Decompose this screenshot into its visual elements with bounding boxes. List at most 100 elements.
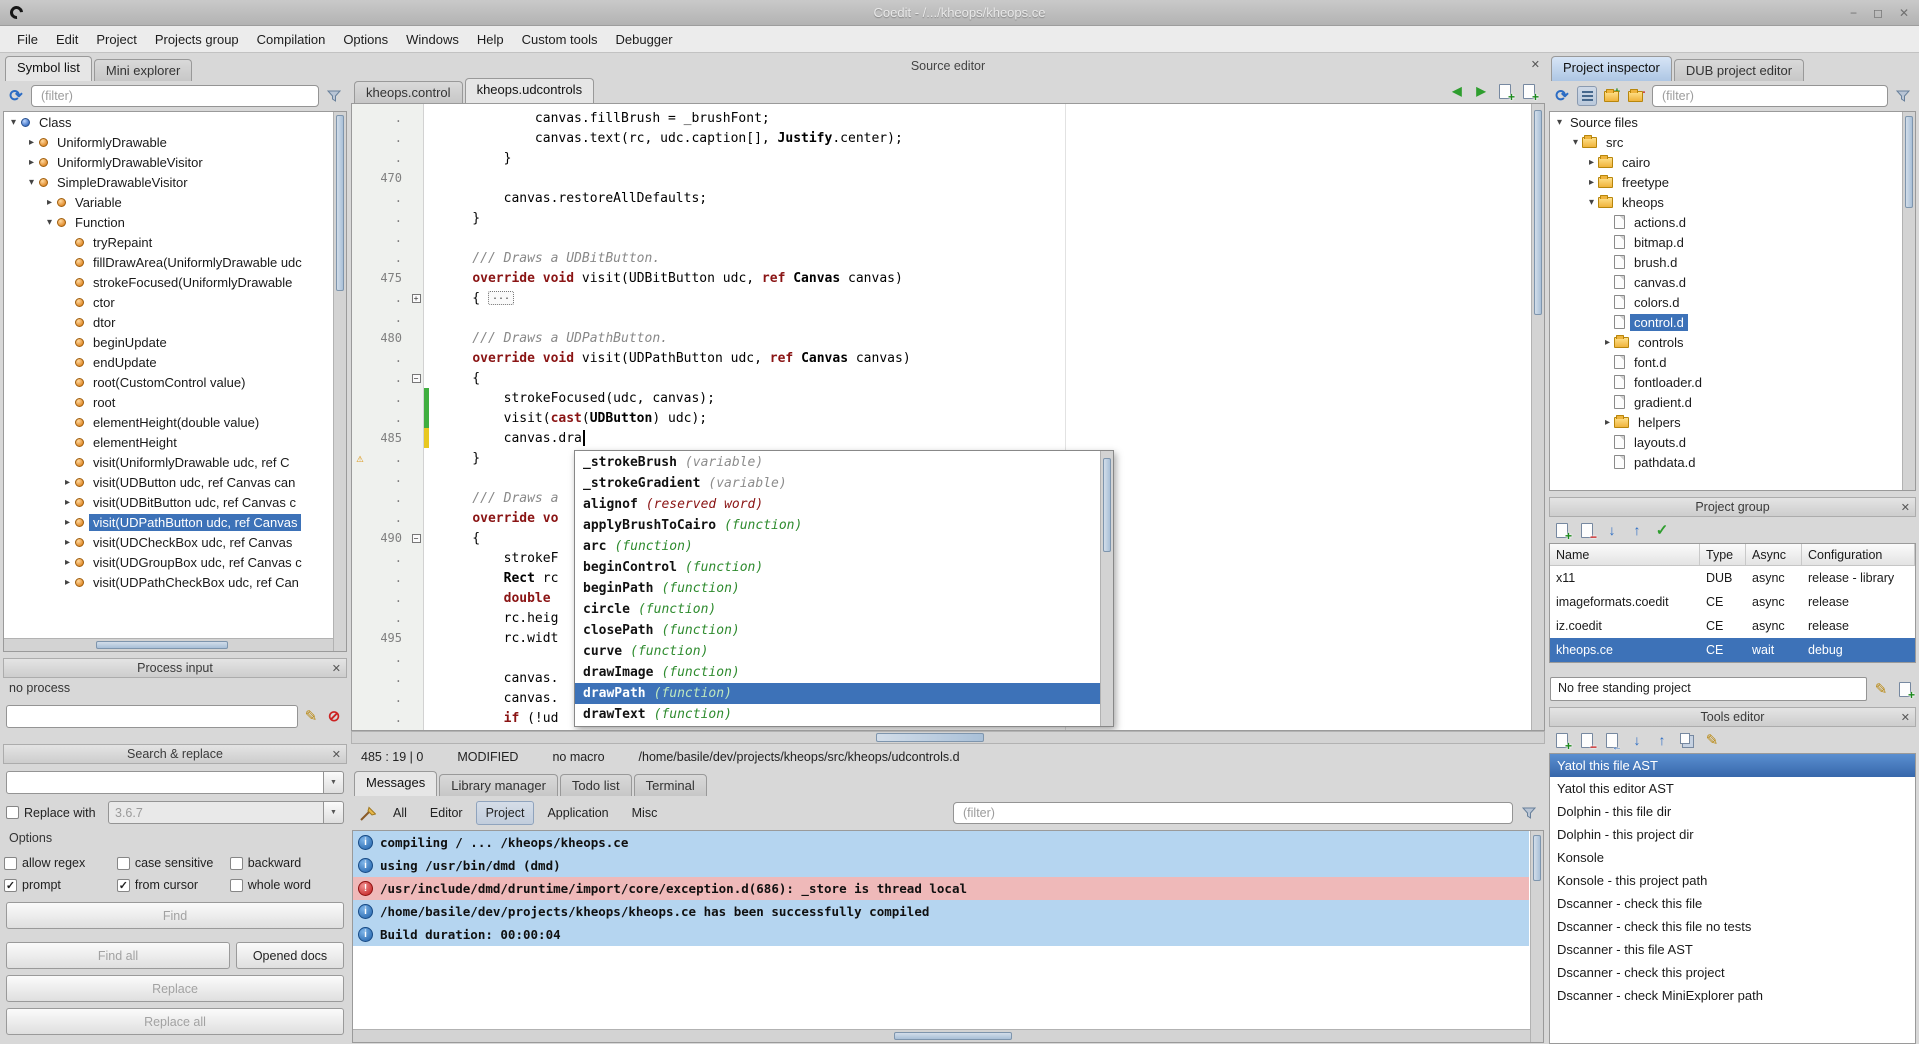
file-tree-item[interactable]: bitmap.d (1550, 232, 1915, 252)
move-project-up-icon[interactable]: ↑ (1627, 520, 1647, 540)
tool-item[interactable]: Dscanner - this file AST (1550, 938, 1915, 961)
expand-icon[interactable]: ▸ (61, 517, 74, 528)
completion-item[interactable]: drawImage(function) (575, 662, 1100, 683)
symbol-tree-item[interactable]: ctor (4, 292, 346, 312)
column-header-configuration[interactable]: Configuration (1802, 544, 1915, 565)
symbol-tree-item[interactable]: ▸visit(UDPathCheckBox udc, ref Can (4, 572, 346, 592)
symbol-tree-item[interactable]: beginUpdate (4, 332, 346, 352)
checkbox-prompt[interactable]: ✓prompt (4, 874, 117, 896)
add-project-icon[interactable] (1552, 520, 1572, 540)
symbol-tree-item[interactable]: ▸UniformlyDrawable (4, 132, 346, 152)
expand-icon[interactable]: ▸ (25, 157, 38, 168)
tab-symbol-list[interactable]: Symbol list (5, 56, 92, 81)
symbol-filter-input[interactable] (31, 85, 319, 107)
symbol-tree-item[interactable]: ▸visit(UDGroupBox udc, ref Canvas c (4, 552, 346, 572)
menu-debugger[interactable]: Debugger (607, 28, 682, 51)
expand-icon[interactable]: ▸ (61, 577, 74, 588)
remove-project-icon[interactable] (1577, 520, 1597, 540)
completion-item[interactable]: beginPath(function) (575, 578, 1100, 599)
file-tree-item[interactable]: fontloader.d (1550, 372, 1915, 392)
symbol-tree-item[interactable]: ▸Variable (4, 192, 346, 212)
checkbox-backward[interactable]: backward (230, 852, 343, 874)
file-tree-item[interactable]: actions.d (1550, 212, 1915, 232)
refresh-project-icon[interactable]: ⟳ (1552, 86, 1572, 106)
symbol-tree-item[interactable]: strokeFocused(UniformlyDrawable (4, 272, 346, 292)
tool-item[interactable]: Dolphin - this project dir (1550, 823, 1915, 846)
symbol-tree-item[interactable]: visit(UniformlyDrawable udc, ref C (4, 452, 346, 472)
column-header-type[interactable]: Type (1700, 544, 1746, 565)
expand-icon[interactable]: ▸ (61, 557, 74, 568)
symbol-tree-item[interactable]: ▾Class (4, 112, 346, 132)
completion-item[interactable]: alignof(reserved word) (575, 494, 1100, 515)
symbol-tree-item[interactable]: root (4, 392, 346, 412)
tool-item[interactable]: Dscanner - check this file no tests (1550, 915, 1915, 938)
file-tree-item[interactable]: gradient.d (1550, 392, 1915, 412)
completion-item[interactable]: _strokeBrush(variable) (575, 452, 1100, 473)
file-tree-item[interactable]: ▾kheops (1550, 192, 1915, 212)
close-source-editor-icon[interactable]: ✕ (1531, 58, 1540, 71)
expand-icon[interactable]: ▾ (7, 117, 20, 128)
search-dropdown-icon[interactable]: ▼ (324, 771, 344, 794)
project-filter-input[interactable] (1652, 85, 1888, 107)
column-header-name[interactable]: Name (1550, 544, 1700, 565)
close-tools-editor-icon[interactable]: ✕ (1901, 711, 1910, 724)
completion-item[interactable]: _strokeGradient(variable) (575, 473, 1100, 494)
file-tree-item[interactable]: ▾src (1550, 132, 1915, 152)
column-header-async[interactable]: Async (1746, 544, 1802, 565)
edit-tool-icon[interactable]: ✎ (1702, 730, 1722, 750)
symbol-tree-item[interactable]: endUpdate (4, 352, 346, 372)
symbol-tree-item[interactable]: ▸visit(UDPathButton udc, ref Canvas (4, 512, 346, 532)
completion-item[interactable]: arc(function) (575, 536, 1100, 557)
close-search-icon[interactable]: ✕ (332, 748, 341, 761)
completion-vscrollbar[interactable] (1100, 451, 1113, 726)
pencil-icon[interactable]: ✎ (301, 706, 321, 726)
close-process-input-icon[interactable]: ✕ (332, 662, 341, 675)
filter-category-application[interactable]: Application (537, 801, 618, 825)
messages-filter-input[interactable] (953, 802, 1513, 824)
replace-with-checkbox[interactable]: Replace with (6, 802, 102, 824)
symbol-tree-hscrollbar[interactable] (4, 638, 333, 651)
menu-windows[interactable]: Windows (397, 28, 468, 51)
clone-tool-icon[interactable] (1677, 730, 1697, 750)
symbol-tree-item[interactable]: fillDrawArea(UniformlyDrawable udc (4, 252, 346, 272)
editor-vscrollbar[interactable] (1531, 104, 1544, 730)
completion-item[interactable]: circle(function) (575, 599, 1100, 620)
clear-messages-icon[interactable] (357, 803, 377, 823)
tab-dub-project-editor[interactable]: DUB project editor (1674, 59, 1804, 81)
expand-icon[interactable]: ▸ (61, 497, 74, 508)
expand-icon[interactable]: ▸ (61, 537, 74, 548)
tool-item[interactable]: Dscanner - check this file (1550, 892, 1915, 915)
menu-file[interactable]: File (8, 28, 47, 51)
move-tool-down-icon[interactable]: ↓ (1627, 730, 1647, 750)
close-button[interactable]: ✕ (1899, 6, 1909, 20)
symbol-tree-item[interactable]: ▸visit(UDCheckBox udc, ref Canvas (4, 532, 346, 552)
tab-terminal[interactable]: Terminal (634, 774, 707, 796)
project-row[interactable]: kheops.ceCEwaitdebug (1550, 638, 1915, 662)
filter-funnel-icon[interactable] (324, 86, 344, 106)
move-project-down-icon[interactable]: ↓ (1602, 520, 1622, 540)
completion-item[interactable]: drawPath(function) (575, 683, 1100, 704)
expand-icon[interactable]: ▾ (1569, 137, 1582, 148)
previous-source-icon[interactable]: ◀ (1447, 81, 1467, 101)
refresh-symbols-icon[interactable]: ⟳ (6, 86, 26, 106)
checkbox-from-cursor[interactable]: ✓from cursor (117, 874, 230, 896)
filter-category-misc[interactable]: Misc (622, 801, 668, 825)
symbol-tree-item[interactable]: ▾SimpleDrawableVisitor (4, 172, 346, 192)
find-button[interactable]: Find (6, 902, 344, 929)
message-row[interactable]: i/home/basile/dev/projects/kheops/kheops… (353, 900, 1529, 923)
menu-custom-tools[interactable]: Custom tools (513, 28, 607, 51)
completion-item[interactable]: curve(function) (575, 641, 1100, 662)
expand-icon[interactable]: ▸ (1585, 157, 1598, 168)
message-row[interactable]: icompiling / ... /kheops/kheops.ce (353, 831, 1529, 854)
filter-category-all[interactable]: All (383, 801, 417, 825)
message-row[interactable]: iBuild duration: 00:00:04 (353, 923, 1529, 946)
tool-item[interactable]: Dolphin - this file dir (1550, 800, 1915, 823)
search-input[interactable] (6, 771, 324, 794)
tab-library-manager[interactable]: Library manager (439, 774, 558, 796)
expand-icon[interactable]: ▸ (1585, 177, 1598, 188)
close-project-group-icon[interactable]: ✕ (1901, 501, 1910, 514)
expand-icon[interactable]: ▸ (1601, 337, 1614, 348)
add-folder-icon[interactable]: + (1602, 86, 1622, 106)
menu-edit[interactable]: Edit (47, 28, 87, 51)
file-tree-item[interactable]: pathdata.d (1550, 452, 1915, 472)
